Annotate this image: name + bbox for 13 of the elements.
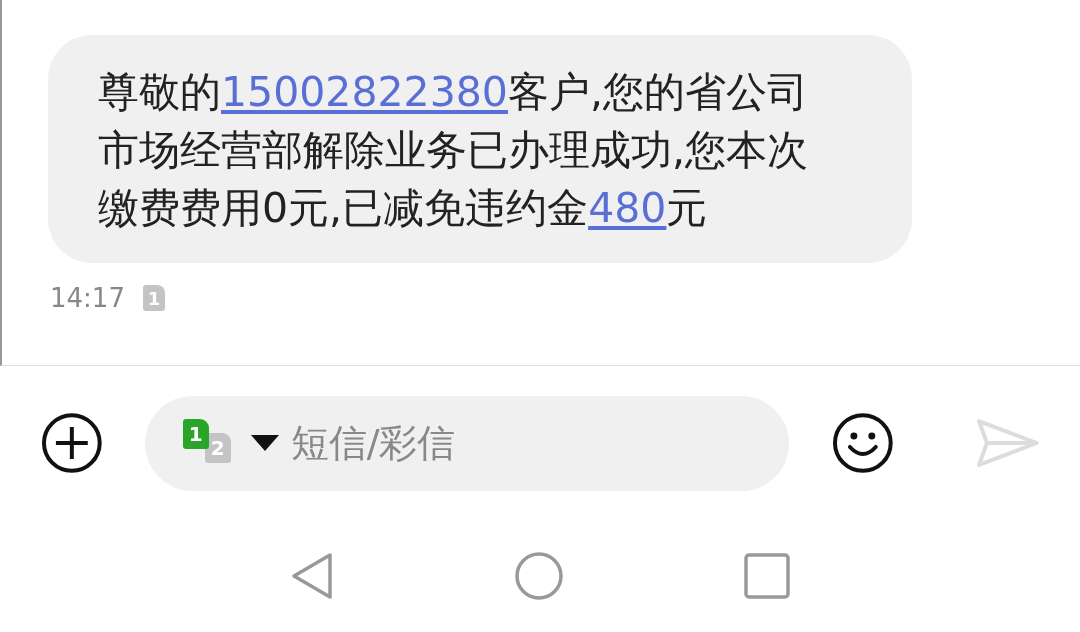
message-input-field[interactable]: 2 1 短信/彩信 bbox=[144, 395, 789, 491]
add-icon[interactable] bbox=[40, 411, 104, 475]
message-link[interactable]: 480 bbox=[588, 184, 667, 232]
recents-icon[interactable] bbox=[744, 553, 790, 599]
message-time: 14:17 bbox=[50, 283, 125, 313]
home-icon[interactable] bbox=[514, 551, 564, 601]
back-icon[interactable] bbox=[290, 552, 334, 600]
message-link[interactable]: 15002822380 bbox=[221, 68, 508, 116]
emoji-icon[interactable] bbox=[830, 411, 895, 475]
caret-icon[interactable] bbox=[250, 435, 279, 451]
sim-card-icon: 1 bbox=[142, 285, 165, 311]
message-text: 尊敬的15002822380客户,您的省公司市场经营部解除业务已办理成功,您本次缴费费用0元,已减免违约金480元 bbox=[98, 67, 810, 234]
sim-selector[interactable]: 2 1 bbox=[182, 419, 239, 467]
